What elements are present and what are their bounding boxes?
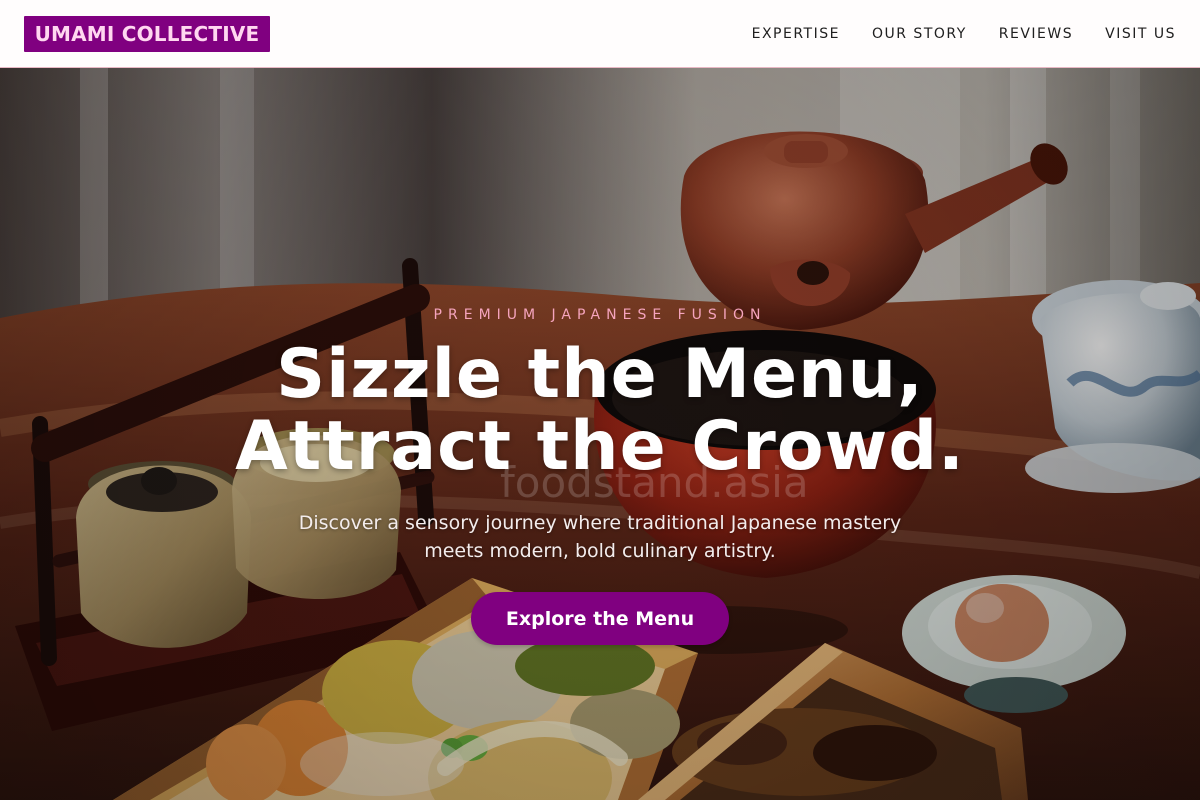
hero-title: Sizzle the Menu, Attract the Crowd.: [170, 339, 1030, 483]
hero-title-line-1: Sizzle the Menu,: [276, 335, 924, 414]
site-header: UMAMI COLLECTIVE EXPERTISE OUR STORY REV…: [0, 0, 1200, 68]
brand-logo[interactable]: UMAMI COLLECTIVE: [24, 16, 270, 52]
nav-link-our-story[interactable]: OUR STORY: [872, 24, 967, 44]
hero-title-line-2: Attract the Crowd.: [235, 407, 965, 486]
hero-content: PREMIUM JAPANESE FUSION Sizzle the Menu,…: [0, 68, 1200, 800]
hero-description: Discover a sensory journey where traditi…: [298, 512, 902, 562]
main-navigation: EXPERTISE OUR STORY REVIEWS VISIT US: [752, 0, 1176, 68]
hero-section: PREMIUM JAPANESE FUSION Sizzle the Menu,…: [0, 68, 1200, 800]
nav-link-expertise[interactable]: EXPERTISE: [752, 24, 840, 44]
nav-link-reviews[interactable]: REVIEWS: [999, 24, 1073, 44]
nav-link-visit-us[interactable]: VISIT US: [1105, 24, 1176, 44]
hero-eyebrow: PREMIUM JAPANESE FUSION: [433, 307, 767, 323]
explore-menu-button[interactable]: Explore the Menu: [471, 592, 729, 645]
